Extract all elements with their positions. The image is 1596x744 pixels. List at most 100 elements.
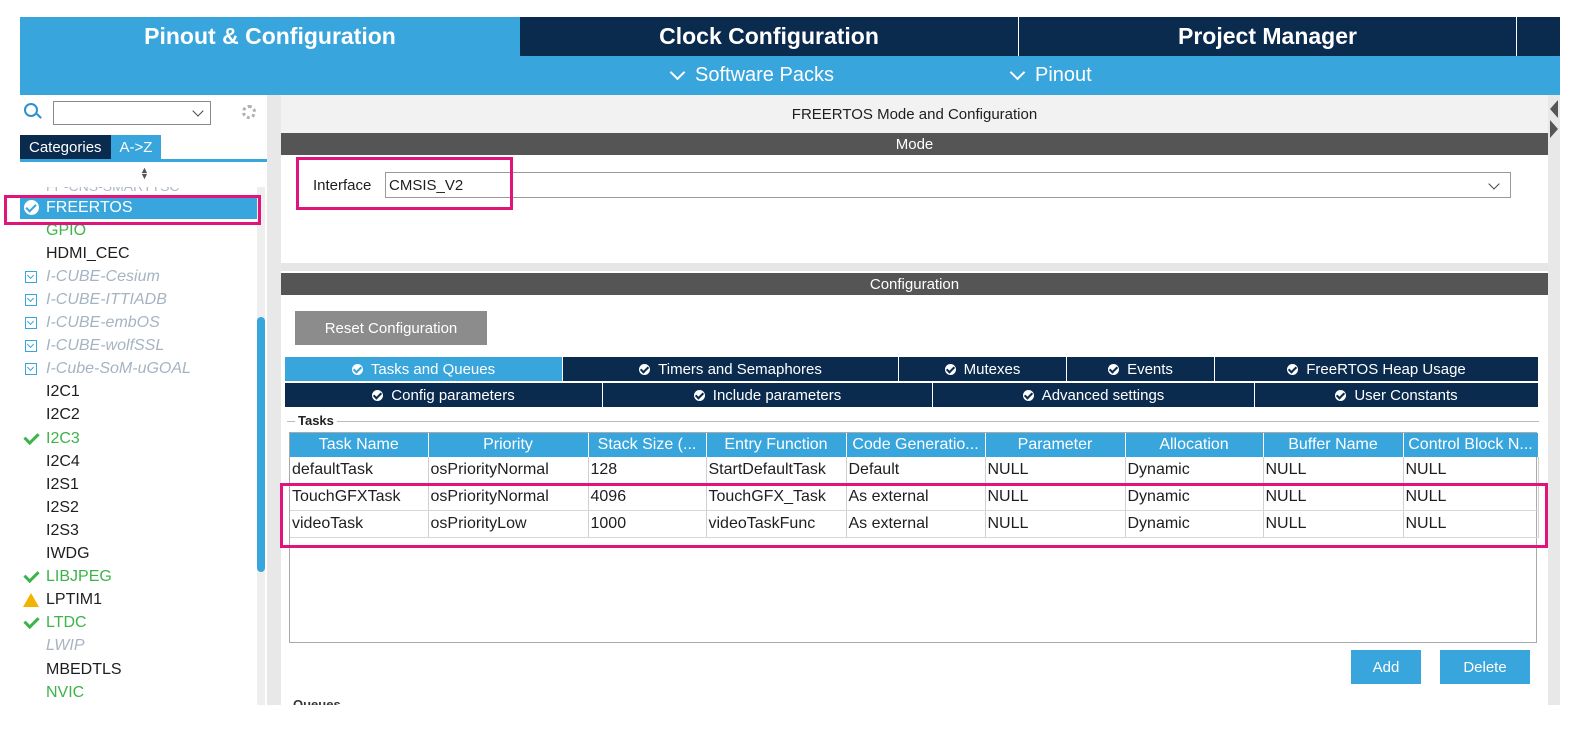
table-cell[interactable]: Dynamic — [1125, 457, 1264, 484]
search-icon[interactable] — [24, 103, 38, 117]
sidebar-item-i2c2[interactable]: I2C2 — [20, 404, 258, 427]
sidebar-item-iwdg[interactable]: IWDG — [20, 543, 258, 566]
interface-select[interactable]: CMSIS_V2 — [385, 172, 1511, 198]
tab-label: Timers and Semaphores — [658, 360, 822, 378]
table-row[interactable]: TouchGFXTask osPriorityNormal 4096 TouchGFX… — [290, 483, 1539, 511]
sidebar-item-mbedtls[interactable]: MBEDTLS — [20, 658, 258, 681]
tab-timers-and-semaphores[interactable]: Timers and Semaphores — [563, 357, 899, 381]
table-cell[interactable]: NULL — [1403, 510, 1539, 538]
tab-label: Include parameters — [712, 386, 842, 404]
search-input[interactable] — [53, 101, 211, 125]
tab-include-parameters[interactable]: Include parameters — [603, 383, 933, 407]
table-cell[interactable]: osPriorityLow — [428, 510, 589, 538]
table-cell[interactable]: 128 — [588, 457, 707, 484]
table-cell[interactable]: 1000 — [588, 510, 707, 538]
pinout-menu[interactable]: Pinout — [1008, 64, 1092, 87]
column-header[interactable]: Code Generatio... — [846, 433, 986, 457]
gear-icon[interactable] — [242, 105, 256, 119]
tab-advanced-settings[interactable]: Advanced settings — [933, 383, 1255, 407]
sidebar-item-lwip[interactable]: LWIP — [20, 635, 258, 658]
sort-icon[interactable]: ▲ ▼ — [140, 166, 149, 181]
table-cell[interactable]: defaultTask — [290, 457, 429, 484]
delete-task-button[interactable]: Delete — [1440, 650, 1530, 684]
sidebar-item-libjpeg[interactable]: LIBJPEG — [20, 566, 258, 589]
download-icon-wrap — [20, 363, 42, 376]
column-header[interactable]: Control Block N... — [1403, 433, 1539, 457]
arrow-left-icon[interactable] — [1550, 100, 1558, 118]
sidebar-item-hdmi-cec[interactable]: HDMI_CEC — [20, 242, 258, 265]
download-icon-wrap — [20, 270, 42, 283]
sidebar-item-i-cube-wolfssl[interactable]: I-CUBE-wolfSSL — [20, 335, 258, 358]
column-header[interactable]: Allocation — [1125, 433, 1264, 457]
table-cell[interactable]: TouchGFX_Task — [706, 483, 847, 511]
table-cell[interactable]: NULL — [1263, 457, 1404, 484]
table-cell[interactable]: NULL — [1403, 457, 1539, 484]
chevron-down-icon[interactable] — [1488, 178, 1500, 190]
table-cell[interactable]: As external — [846, 483, 986, 511]
column-header[interactable]: Entry Function — [706, 433, 847, 457]
table-cell[interactable]: StartDefaultTask — [706, 457, 847, 484]
sidebar-item-lptim1[interactable]: LPTIM1 — [20, 589, 258, 612]
software-packs-menu[interactable]: Software Packs — [668, 64, 834, 87]
table-cell[interactable]: osPriorityNormal — [428, 483, 589, 511]
sidebar-item-freertos[interactable]: FREERTOS — [20, 196, 258, 219]
column-header[interactable]: Parameter — [985, 433, 1126, 457]
sidebar-item-i-cube-som-ugoal[interactable]: I-Cube-SoM-uGOAL — [20, 358, 258, 381]
panel-divider[interactable] — [267, 95, 281, 705]
table-cell[interactable]: videoTask — [290, 510, 429, 538]
collapse-panel-handle[interactable] — [1548, 95, 1560, 705]
table-cell[interactable]: Dynamic — [1125, 483, 1264, 511]
tab-pinout-configuration[interactable]: Pinout & Configuration — [20, 17, 520, 56]
sidebar-item-i2s1[interactable]: I2S1 — [20, 473, 258, 496]
table-cell[interactable]: NULL — [985, 483, 1126, 511]
table-cell[interactable]: TouchGFXTask — [290, 483, 429, 511]
column-header[interactable]: Priority — [428, 433, 589, 457]
column-header[interactable]: Stack Size (... — [588, 433, 707, 457]
add-task-button[interactable]: Add — [1351, 650, 1421, 684]
table-cell[interactable]: Dynamic — [1125, 510, 1264, 538]
table-cell[interactable]: videoTaskFunc — [706, 510, 847, 538]
tab-clock-configuration[interactable]: Clock Configuration — [520, 17, 1018, 56]
tab-mutexes[interactable]: Mutexes — [899, 357, 1067, 381]
tab-freertos-heap-usage[interactable]: FreeRTOS Heap Usage — [1215, 357, 1539, 381]
arrow-right-icon[interactable] — [1550, 120, 1558, 138]
table-cell[interactable]: NULL — [985, 457, 1126, 484]
check-circle-icon — [1335, 389, 1347, 401]
tab-project-manager[interactable]: Project Manager — [1018, 17, 1516, 56]
table-cell[interactable]: NULL — [1263, 510, 1404, 538]
sidebar-item-i2s2[interactable]: I2S2 — [20, 496, 258, 519]
column-header[interactable]: Task Name — [290, 433, 429, 457]
sidebar-item-i2s3[interactable]: I2S3 — [20, 519, 258, 542]
tab-config-parameters[interactable]: Config parameters — [285, 383, 603, 407]
table-cell[interactable]: osPriorityNormal — [428, 457, 589, 484]
table-cell[interactable]: NULL — [1263, 483, 1404, 511]
tab-user-constants[interactable]: User Constants — [1255, 383, 1539, 407]
sidebar-item-label: I2S2 — [46, 498, 79, 516]
table-cell[interactable]: NULL — [1403, 483, 1539, 511]
sidebar-item-ltdc[interactable]: LTDC — [20, 612, 258, 635]
column-header[interactable]: Buffer Name — [1263, 433, 1404, 457]
table-row[interactable]: videoTask osPriorityLow 1000 videoTaskFunc A… — [290, 510, 1539, 538]
tab-categories[interactable]: Categories — [20, 135, 111, 159]
table-cell[interactable]: 4096 — [588, 483, 707, 511]
config-tabs-row-2: Config parameters Include parameters Advan… — [285, 383, 1539, 407]
table-cell[interactable]: NULL — [985, 510, 1126, 538]
sidebar-item-i2c1[interactable]: I2C1 — [20, 381, 258, 404]
sidebar-item-i2c4[interactable]: I2C4 — [20, 450, 258, 473]
tab-events[interactable]: Events — [1067, 357, 1215, 381]
chevron-down-icon[interactable] — [192, 105, 204, 117]
sidebar-item-i-cube-cesium[interactable]: I-CUBE-Cesium — [20, 265, 258, 288]
reset-configuration-button[interactable]: Reset Configuration — [295, 311, 487, 345]
sidebar-item-i2c3[interactable]: I2C3 — [20, 427, 258, 450]
tab-tasks-and-queues[interactable]: Tasks and Queues — [285, 357, 563, 381]
sidebar-item-i-cube-ittiadb[interactable]: I-CUBE-ITTIADB — [20, 288, 258, 311]
sidebar-item-gpio[interactable]: GPIO — [20, 219, 258, 242]
scrollbar-thumb[interactable] — [257, 317, 265, 572]
table-row[interactable]: defaultTask osPriorityNormal 128 StartDefau… — [290, 457, 1539, 484]
sidebar-item-label: I2S3 — [46, 521, 79, 539]
table-cell[interactable]: As external — [846, 510, 986, 538]
sidebar-item-nvic[interactable]: NVIC — [20, 681, 258, 704]
sidebar-item-i-cube-embos[interactable]: I-CUBE-embOS — [20, 312, 258, 335]
table-cell[interactable]: Default — [846, 457, 986, 484]
tab-a-to-z[interactable]: A->Z — [110, 135, 162, 159]
